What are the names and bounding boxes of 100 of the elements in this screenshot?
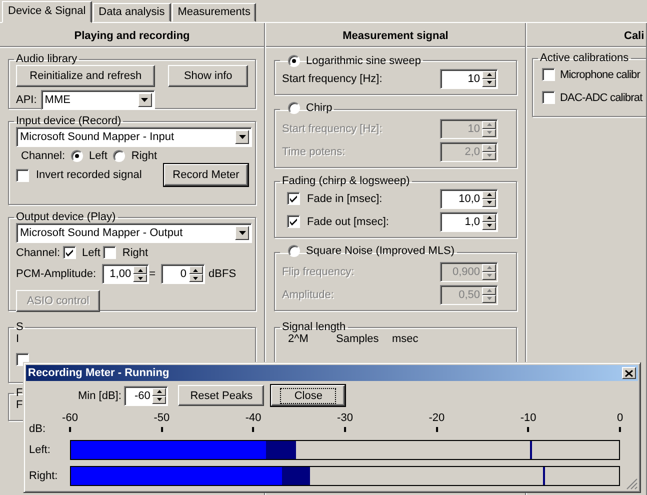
radio-button[interactable] [113, 150, 126, 162]
checkbox[interactable] [16, 168, 29, 182]
channel-option: Left [89, 150, 108, 162]
tick-label: -10 [520, 411, 536, 425]
group-title: Audio library [15, 53, 78, 65]
reinitialize-button[interactable]: Reinitialize and refresh [16, 65, 156, 87]
spin-field[interactable]: -60 [124, 386, 168, 406]
field-label: Start frequency [Hz]: [282, 122, 382, 134]
column-header: Measurement signal [266, 26, 525, 47]
checkbox-label: Invert recorded signal [36, 169, 142, 181]
up-arrow-icon [486, 123, 492, 126]
group-title: Active calibrations [539, 52, 630, 64]
resize-grip-icon[interactable] [626, 478, 638, 490]
checkbox[interactable] [63, 246, 76, 259]
spin-up-button[interactable] [482, 286, 496, 294]
dropdown[interactable]: MME [40, 90, 155, 110]
spin-up-button[interactable] [482, 214, 496, 222]
unit-label: dBFS [208, 268, 236, 280]
caret-icon [238, 231, 246, 235]
tick-mark [252, 427, 254, 432]
down-arrow-icon [486, 201, 492, 204]
tab[interactable]: Data analysis [92, 3, 171, 22]
down-arrow-icon [156, 398, 162, 401]
tick-label: -50 [154, 411, 170, 425]
caret-icon [141, 98, 148, 102]
spin-up-button[interactable] [152, 388, 166, 396]
tick-label: -30 [337, 411, 353, 425]
field-label: Time potens: [282, 146, 346, 158]
channel-option: Right [122, 246, 148, 258]
spin-up-button[interactable] [482, 264, 496, 272]
checkbox[interactable] [287, 192, 300, 204]
spin-field[interactable]: 10,0 [440, 188, 498, 208]
down-arrow-icon [486, 224, 492, 227]
amplitude-label: PCM-Amplitude: [16, 268, 96, 280]
checkbox-label: Microphone calibr [560, 68, 640, 80]
radio-button[interactable] [288, 55, 300, 67]
reset-peaks-button[interactable]: Reset Peaks [178, 385, 264, 406]
down-arrow-icon [486, 81, 492, 84]
group-title: F [15, 387, 24, 399]
down-arrow-icon [486, 297, 492, 300]
spin-field[interactable]: 1,0 [440, 212, 498, 232]
spin-field[interactable]: 10 [440, 68, 498, 88]
up-arrow-icon [156, 390, 162, 393]
checkbox[interactable] [542, 91, 555, 104]
dropdown-button[interactable] [235, 226, 249, 240]
dropdown[interactable]: Microsoft Sound Mapper - Input [16, 127, 252, 147]
spin-up-button[interactable] [482, 144, 496, 152]
field-label: Start frequency [Hz]: [282, 72, 382, 84]
down-arrow-icon [138, 276, 143, 280]
field-label: Fade in [msec]: [307, 192, 382, 204]
close-button[interactable]: Close [271, 385, 346, 406]
radio-label: Logarithmic sine sweep [306, 55, 421, 67]
dropdown-button[interactable] [235, 130, 249, 144]
field-label: Fade out [msec]: [307, 216, 389, 228]
field-label: F [16, 399, 23, 411]
spin-up-button[interactable] [482, 190, 496, 198]
spin-down-button[interactable] [188, 274, 203, 282]
tick-mark [69, 427, 71, 432]
info-button[interactable]: Show info [168, 65, 248, 87]
group-title: Output device (Play) [15, 211, 117, 223]
column-header: Playing and recording [0, 26, 264, 47]
spin-field[interactable]: 0 [160, 264, 205, 284]
spin-up-button[interactable] [482, 120, 496, 128]
checkbox[interactable] [542, 68, 555, 81]
up-arrow-icon [486, 193, 492, 196]
spin-up-button[interactable] [482, 70, 496, 78]
min-label: Min [dB]: [78, 390, 122, 402]
tab[interactable]: Device & Signal [2, 1, 92, 23]
spin-down-button[interactable] [133, 274, 148, 282]
down-arrow-icon [486, 131, 492, 134]
close-icon[interactable] [622, 367, 636, 379]
checkbox-label: DAC-ADC calibrat [560, 92, 642, 104]
tab[interactable]: Measurements [172, 3, 256, 22]
spin-field[interactable]: 1,00 [102, 264, 150, 284]
radio-button[interactable] [71, 150, 84, 162]
up-arrow-icon [486, 216, 492, 219]
down-arrow-icon [193, 276, 198, 280]
group-title: Fading (chirp & logsweep) [282, 175, 410, 187]
spin-up-button[interactable] [133, 266, 148, 274]
dialog-title: Recording Meter - Running [28, 367, 170, 379]
tick-label: 0 [616, 411, 624, 425]
caret-icon [238, 135, 246, 139]
channel-label: Left: [28, 444, 52, 456]
tick-mark [527, 427, 530, 432]
down-arrow-icon [486, 274, 492, 277]
up-arrow-icon [486, 146, 492, 149]
tick-label: -20 [428, 411, 445, 425]
up-arrow-icon [138, 268, 143, 272]
down-arrow-icon [486, 154, 492, 157]
checkbox[interactable] [287, 214, 300, 228]
dropdown[interactable]: Microsoft Sound Mapper - Output [16, 223, 252, 243]
record-meter-button[interactable]: Record Meter [164, 164, 248, 186]
column-label: msec [392, 333, 420, 345]
api-label: API: [16, 94, 37, 106]
column-header: Cali [527, 26, 646, 47]
checkbox[interactable] [103, 246, 116, 259]
spin-up-button[interactable] [188, 266, 203, 274]
group-title: Input device (Record) [15, 115, 122, 127]
dropdown-button[interactable] [138, 93, 152, 107]
field-label: I [16, 333, 20, 345]
